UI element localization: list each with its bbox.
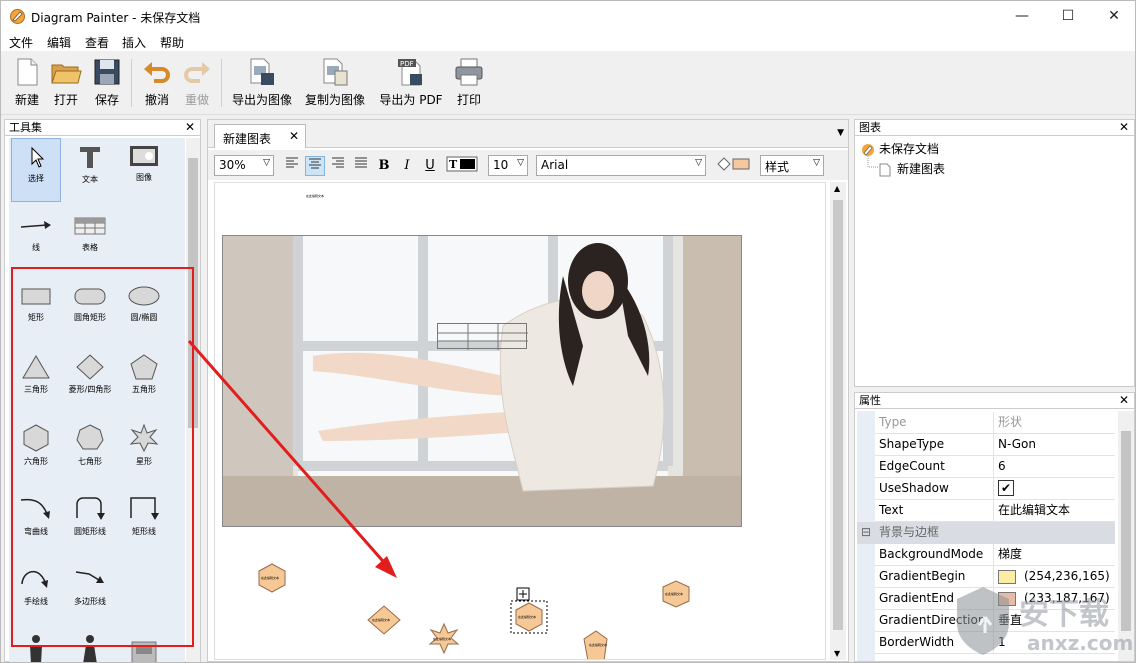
tree-root-document[interactable]: 未保存文档 (861, 140, 939, 157)
property-key: Text (879, 503, 904, 517)
properties-header: 属性 ✕ (855, 393, 1134, 409)
site-watermark: 安下载 anxz.com (951, 579, 1135, 662)
property-key: Type (879, 415, 907, 429)
chart-panel-title: 图表 (859, 121, 881, 134)
property-key: GradientEnd (879, 591, 955, 605)
property-key: UseShadow (879, 481, 949, 495)
tree-connector (867, 156, 878, 168)
document-icon (862, 143, 874, 156)
property-value[interactable]: N-Gon (993, 434, 1115, 455)
useshadow-checkbox[interactable]: ✔ (998, 480, 1014, 496)
section-background-border[interactable]: ⊟ 背景与边框 (857, 522, 1115, 544)
tree-child-chart[interactable]: 新建图表 (879, 160, 945, 177)
property-row-text[interactable]: Text 在此编辑文本 (875, 500, 1115, 522)
property-key: EdgeCount (879, 459, 945, 473)
app-window: Diagram Painter - 未保存文档 — ☐ ✕ 文件 编辑 查看 插… (0, 0, 1136, 663)
collapse-icon[interactable]: ⊟ (861, 522, 871, 543)
property-key: BackgroundMode (879, 547, 984, 561)
property-row-useshadow[interactable]: UseShadow ✔ (875, 478, 1115, 500)
property-value[interactable]: 在此编辑文本 (993, 500, 1115, 521)
property-key: BorderWidth (879, 635, 955, 649)
tree-child-label: 新建图表 (897, 162, 946, 176)
property-value[interactable]: ✔ (993, 478, 1115, 499)
watermark-brand: 安下载 (1019, 597, 1109, 632)
property-row-edgecount[interactable]: EdgeCount 6 (875, 456, 1115, 478)
property-value[interactable]: 6 (993, 456, 1115, 477)
section-title: 背景与边框 (879, 525, 940, 539)
properties-close-button[interactable]: ✕ (1119, 393, 1129, 408)
tree-root-label: 未保存文档 (879, 142, 940, 156)
property-row-backgroundmode[interactable]: BackgroundMode 梯度 (875, 544, 1115, 566)
chart-panel-header: 图表 ✕ (855, 120, 1134, 136)
property-value[interactable]: 梯度 (993, 544, 1115, 565)
properties-title: 属性 (859, 394, 881, 407)
property-row-type[interactable]: Type 形状 (875, 412, 1115, 434)
chart-panel: 图表 ✕ 未保存文档 新建图表 (854, 119, 1135, 387)
chart-panel-close-button[interactable]: ✕ (1119, 120, 1129, 135)
page-icon (879, 163, 891, 176)
watermark-site: anxz.com (1027, 631, 1134, 655)
property-value: 形状 (993, 412, 1115, 433)
property-row-shapetype[interactable]: ShapeType N-Gon (875, 434, 1115, 456)
property-key: ShapeType (879, 437, 945, 451)
